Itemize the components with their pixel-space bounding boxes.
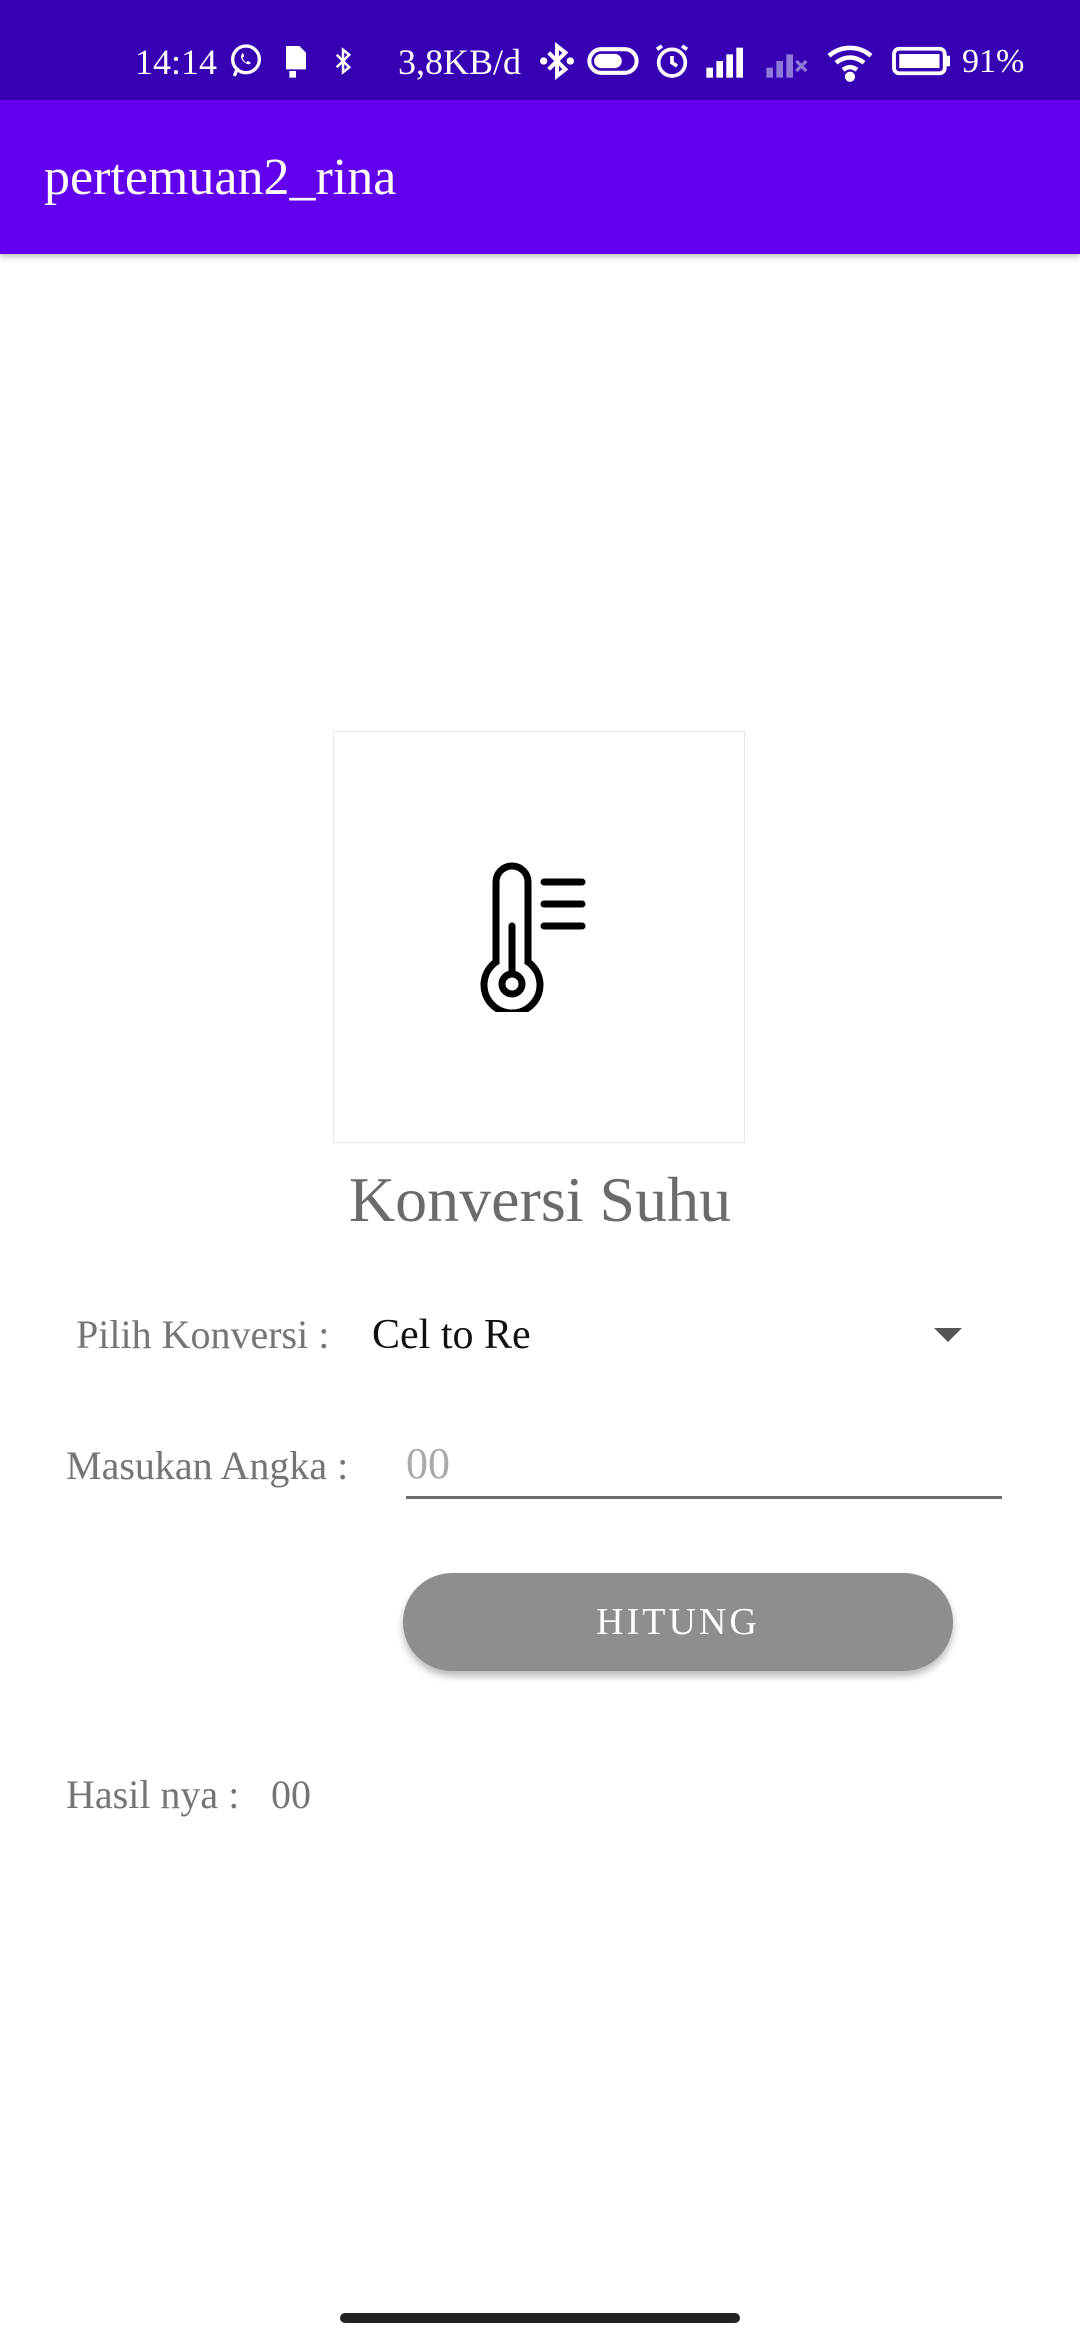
hitung-button[interactable]: HITUNG — [403, 1573, 953, 1671]
konversi-label: Pilih Konversi : — [76, 1312, 330, 1357]
page-heading: Konversi Suhu — [348, 1164, 732, 1235]
konversi-spinner[interactable]: Cel to Re — [372, 1300, 972, 1370]
whatsapp-icon — [226, 40, 266, 82]
bluetooth-icon — [537, 40, 577, 82]
signal-off-icon — [763, 40, 813, 82]
angka-label: Masukan Angka : — [66, 1443, 349, 1488]
status-bar: 14:14 3,8KB/d 91% — [0, 0, 1080, 100]
app-title: pertemuan2_rina — [44, 149, 397, 206]
alarm-icon — [652, 40, 692, 82]
toggle-icon — [586, 40, 640, 82]
bluetooth-small-icon — [328, 40, 358, 82]
status-time: 14:14 — [135, 42, 218, 82]
thermometer-image — [333, 731, 745, 1143]
home-indicator[interactable] — [340, 2313, 740, 2323]
network-speed: 3,8KB/d — [398, 42, 522, 82]
thermometer-icon — [480, 862, 586, 1012]
hasil-label: Hasil nya : — [66, 1772, 240, 1817]
signal-icon — [703, 40, 753, 82]
sim-card-icon — [276, 40, 316, 82]
battery-percentage: 91% — [962, 43, 1025, 80]
wifi-icon — [825, 40, 875, 82]
angka-input[interactable] — [406, 1430, 1002, 1499]
hasil-value: 00 — [271, 1772, 311, 1817]
konversi-selected-value: Cel to Re — [372, 1312, 531, 1358]
app-bar: pertemuan2_rina — [0, 100, 1080, 254]
battery-icon — [887, 40, 957, 82]
dropdown-arrow-icon — [934, 1328, 962, 1342]
